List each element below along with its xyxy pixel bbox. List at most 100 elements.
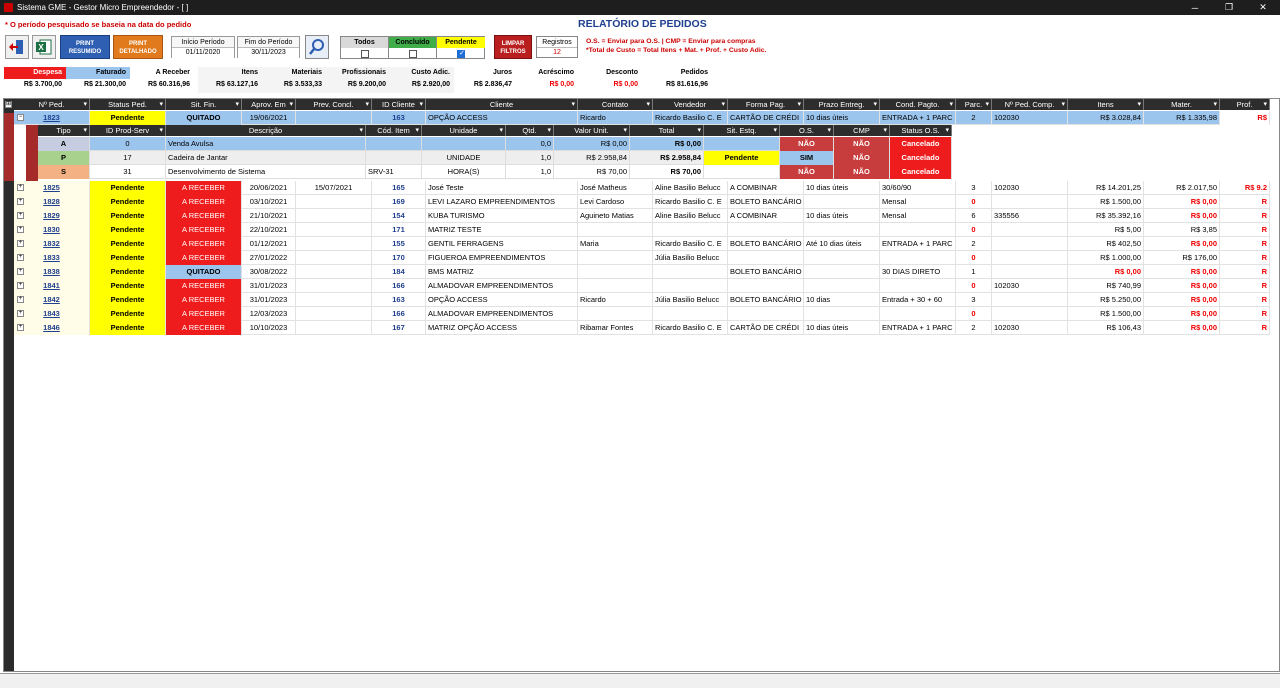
cell-num[interactable]: 1832 xyxy=(14,237,90,251)
cell-fin: A RECEBER xyxy=(166,279,242,293)
column-header[interactable]: Sit. Fin. xyxy=(166,99,242,110)
table-row[interactable]: 1828 Pendente A RECEBER 03/10/2021 169 LEVI L… xyxy=(14,195,1270,209)
search-button[interactable] xyxy=(305,35,329,59)
sub-table-row[interactable]: A 0 Venda Avulsa 0,0 R$ 0,00 R$ 0,00 NÃO NÃO Can… xyxy=(38,137,952,151)
cell-num[interactable]: 1830 xyxy=(14,223,90,237)
table-row[interactable]: 1842 Pendente A RECEBER 31/01/2023 163 OPÇÃO … xyxy=(14,293,1270,307)
cell-num[interactable]: 1843 xyxy=(14,307,90,321)
expand-row-icon[interactable]: + xyxy=(17,324,24,331)
table-row[interactable]: 1843 Pendente A RECEBER 12/03/2023 166 ALMADO… xyxy=(14,307,1270,321)
header-area: * O período pesquisado se baseia na data… xyxy=(0,15,1280,65)
column-header[interactable]: Contato xyxy=(578,99,653,110)
print-detailed-button[interactable]: PRINT DETALHADO xyxy=(113,35,163,59)
column-header[interactable]: Vendedor xyxy=(653,99,728,110)
table-row[interactable]: 1838 Pendente QUITADO 30/08/2022 184 BMS MATR… xyxy=(14,265,1270,279)
cell-num[interactable]: 1823 xyxy=(14,111,90,125)
excel-button[interactable]: X xyxy=(32,35,56,59)
table-row[interactable]: 1841 Pendente A RECEBER 31/01/2023 166 ALMADO… xyxy=(14,279,1270,293)
cell-num[interactable]: 1825 xyxy=(14,181,90,195)
filter-pendente-checkbox[interactable] xyxy=(457,49,465,58)
column-header[interactable]: Mater. xyxy=(1144,99,1220,110)
filter-concluido-checkbox[interactable] xyxy=(408,49,417,58)
cell-num[interactable]: 1838 xyxy=(14,265,90,279)
column-header[interactable]: Prev. Concl. xyxy=(296,99,372,110)
expand-all-icon[interactable]: ⊞ xyxy=(5,101,12,108)
column-header[interactable]: Prazo Entreg. xyxy=(804,99,880,110)
expand-row-icon[interactable]: + xyxy=(17,240,24,247)
expand-row-icon[interactable]: + xyxy=(17,310,24,317)
cell-num[interactable]: 1828 xyxy=(14,195,90,209)
cell-prof: R xyxy=(1220,237,1270,251)
sub-cell-un xyxy=(422,137,506,151)
sub-column-header[interactable]: Status O.S. xyxy=(890,125,952,136)
sub-table-row[interactable]: P 17 Cadeira de Jantar UNIDADE 1,0 R$ 2.958,8… xyxy=(38,151,952,165)
cell-num[interactable]: 1846 xyxy=(14,321,90,335)
sub-column-header[interactable]: Tipo xyxy=(38,125,90,136)
column-header[interactable]: Nº Ped. xyxy=(14,99,90,110)
column-header[interactable]: Status Ped. xyxy=(90,99,166,110)
sub-column-header[interactable]: Descrição xyxy=(166,125,366,136)
column-header[interactable]: Parc. xyxy=(956,99,992,110)
cell-mater: R$ 0,00 xyxy=(1144,237,1220,251)
print-summary-button[interactable]: PRINT RESUMIDO xyxy=(60,35,110,59)
end-period-input[interactable]: 30/11/2023 xyxy=(238,48,299,58)
expand-row-icon[interactable]: + xyxy=(17,198,24,205)
expand-row-icon[interactable]: + xyxy=(17,226,24,233)
column-header[interactable]: Itens xyxy=(1068,99,1144,110)
total-a-receber: A Receber R$ 60.316,96 xyxy=(130,67,194,93)
table-row[interactable]: 1832 Pendente A RECEBER 01/12/2021 155 GENTIL… xyxy=(14,237,1270,251)
exit-button[interactable] xyxy=(5,35,29,59)
table-row[interactable]: 1830 Pendente A RECEBER 22/10/2021 171 MATRIZ… xyxy=(14,223,1270,237)
sub-column-header[interactable]: Sit. Estq. xyxy=(704,125,780,136)
expand-row-icon[interactable]: + xyxy=(17,184,24,191)
expand-row-icon[interactable]: + xyxy=(17,212,24,219)
cell-fin: A RECEBER xyxy=(166,209,242,223)
cell-aprov: 21/10/2021 xyxy=(242,209,296,223)
column-header[interactable]: Forma Pag. xyxy=(728,99,804,110)
excel-icon: X xyxy=(36,39,52,55)
column-header[interactable]: Cond. Pagto. xyxy=(880,99,956,110)
sub-column-header[interactable]: Cód. Item xyxy=(366,125,422,136)
sub-column-header[interactable]: Qtd. xyxy=(506,125,554,136)
column-header[interactable]: Cliente xyxy=(426,99,578,110)
sub-table-row[interactable]: S 31 Desenvolvimento de Sistema SRV-31 HORA(… xyxy=(38,165,952,179)
clear-filters-button[interactable]: LIMPAR FILTROS xyxy=(494,35,532,59)
minimize-button[interactable]: ─ xyxy=(1178,0,1212,15)
collapse-row-icon[interactable]: − xyxy=(17,114,24,121)
sub-column-header[interactable]: Unidade xyxy=(422,125,506,136)
column-header[interactable]: Aprov. Em xyxy=(242,99,296,110)
sub-column-header[interactable]: Total xyxy=(630,125,704,136)
table-row[interactable]: 1829 Pendente A RECEBER 21/10/2021 154 KUBA T… xyxy=(14,209,1270,223)
close-button[interactable]: ✕ xyxy=(1246,0,1280,15)
table-row[interactable]: 1833 Pendente A RECEBER 27/01/2022 170 FIGUER… xyxy=(14,251,1270,265)
expand-row-icon[interactable]: + xyxy=(17,268,24,275)
cell-num[interactable]: 1829 xyxy=(14,209,90,223)
cell-pcomp xyxy=(992,195,1068,209)
cell-prev xyxy=(296,293,372,307)
table-row[interactable]: 1846 Pendente A RECEBER 10/10/2023 167 MATRIZ… xyxy=(14,321,1270,335)
table-row[interactable]: 1825 Pendente A RECEBER 20/06/2021 15/07/202… xyxy=(14,181,1270,195)
maximize-button[interactable]: ❐ xyxy=(1212,0,1246,15)
start-period-input[interactable]: 01/11/2020 xyxy=(172,48,234,58)
cell-num[interactable]: 1842 xyxy=(14,293,90,307)
column-header[interactable]: ID Cliente xyxy=(372,99,426,110)
cell-forma: BOLETO BANCÁRIO xyxy=(728,195,804,209)
sub-column-header[interactable]: ID Prod-Serv xyxy=(90,125,166,136)
total-value: R$ 0,00 xyxy=(613,81,638,88)
cell-contato: Maria xyxy=(578,237,653,251)
column-header[interactable]: Nº Ped. Comp. xyxy=(992,99,1068,110)
expand-row-icon[interactable]: + xyxy=(17,282,24,289)
sub-column-header[interactable]: CMP xyxy=(834,125,890,136)
filter-todos-checkbox[interactable] xyxy=(360,49,369,58)
cell-num[interactable]: 1833 xyxy=(14,251,90,265)
expand-row-icon[interactable]: + xyxy=(17,296,24,303)
cell-itens: R$ 3.028,84 xyxy=(1068,111,1144,125)
column-header[interactable]: Prof. xyxy=(1220,99,1270,110)
sub-column-header[interactable]: Valor Unit. xyxy=(554,125,630,136)
cell-prev xyxy=(296,223,372,237)
cell-num[interactable]: 1841 xyxy=(14,279,90,293)
sub-column-header[interactable]: O.S. xyxy=(780,125,834,136)
cell-aprov: 01/12/2021 xyxy=(242,237,296,251)
expand-row-icon[interactable]: + xyxy=(17,254,24,261)
table-row[interactable]: 1823 Pendente QUITADO 19/06/2021 163 OPÇÃO AC… xyxy=(14,111,1270,125)
